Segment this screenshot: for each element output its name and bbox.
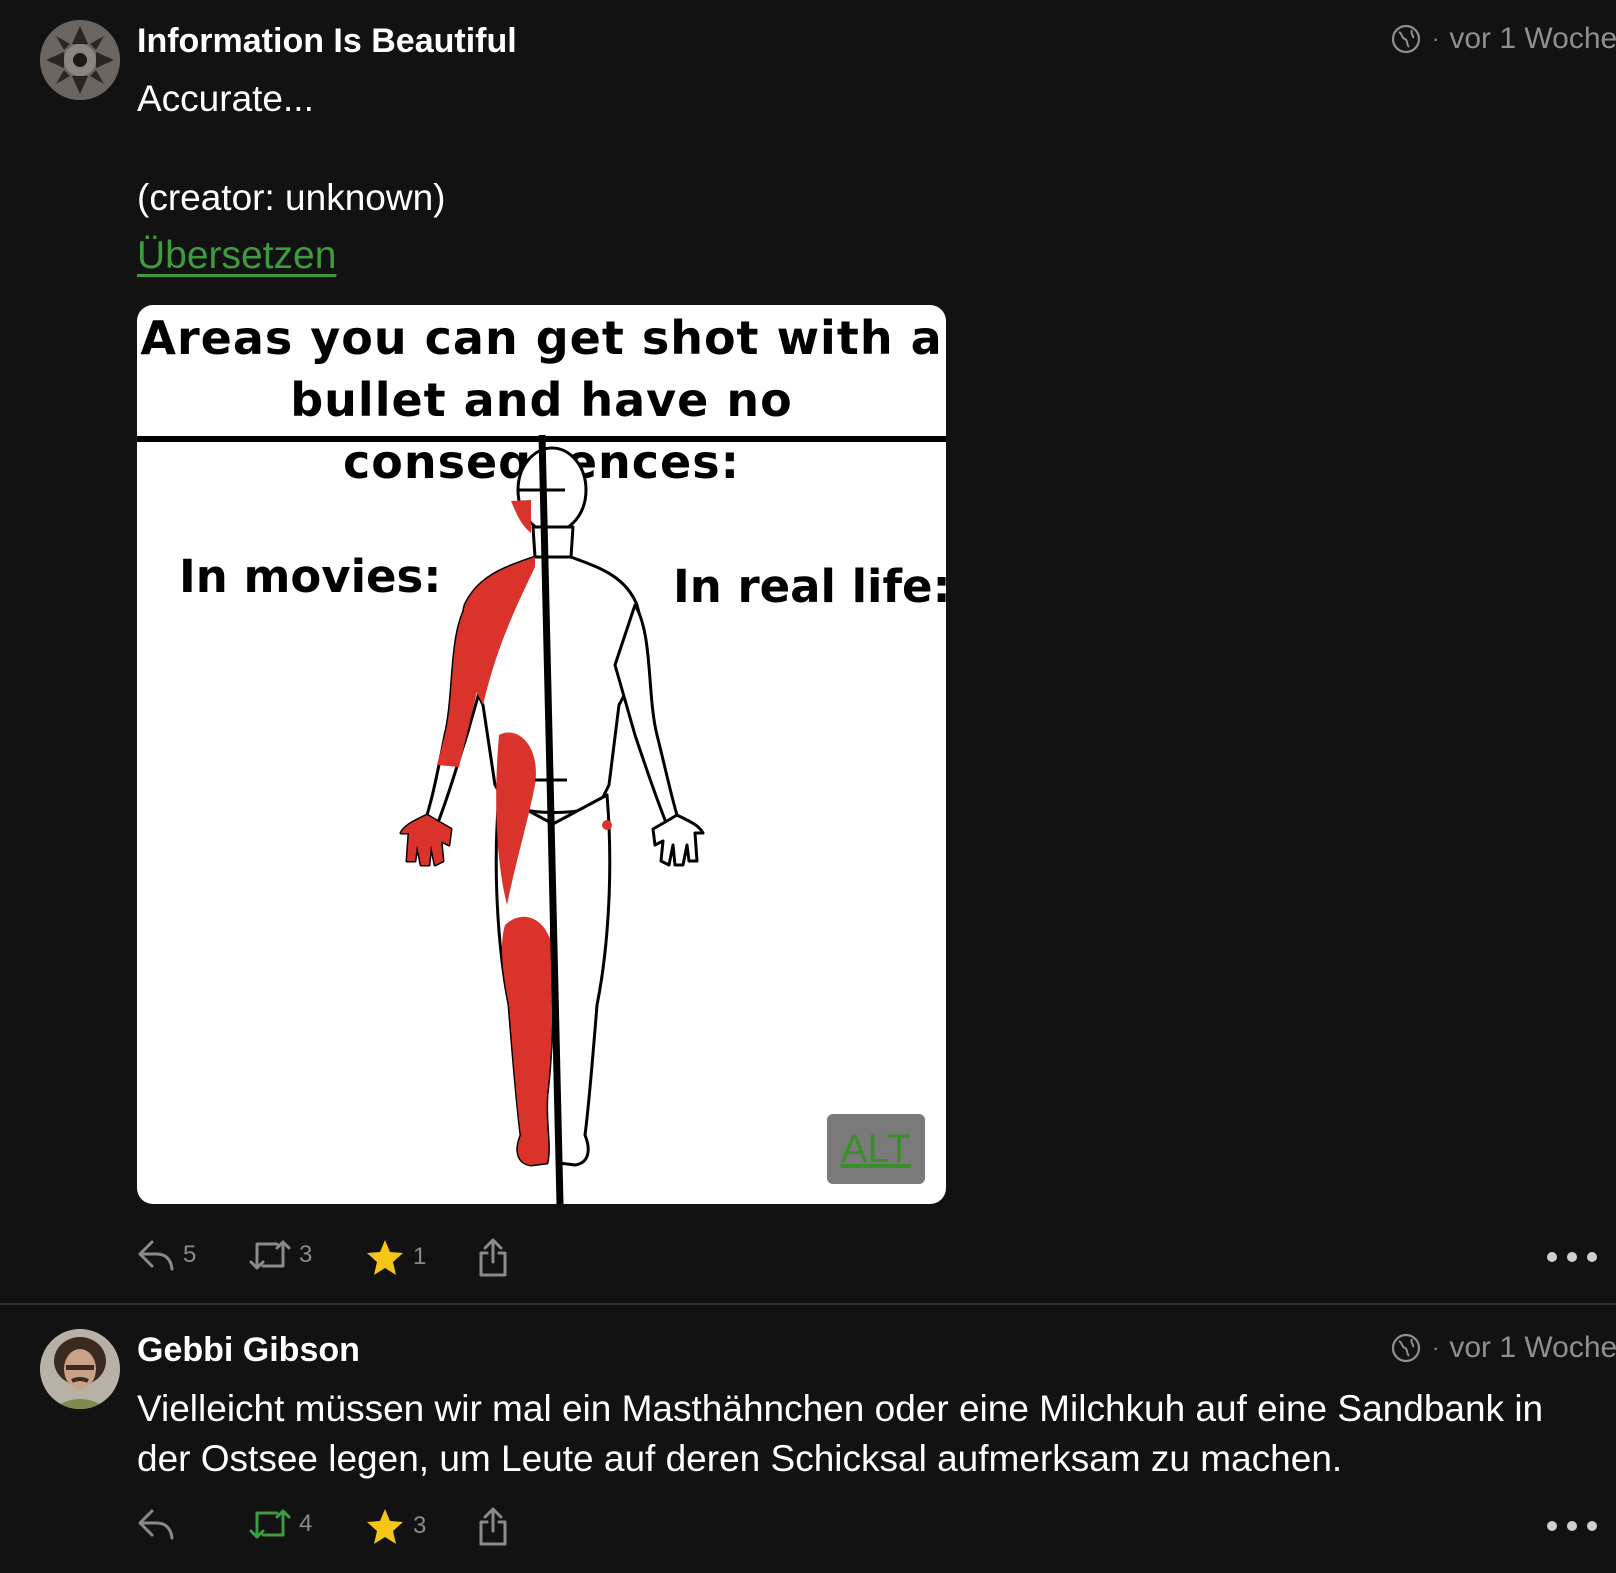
post-text-line: (creator: unknown) [137,177,446,218]
avatar-image [40,1329,120,1409]
globe-icon [1391,1333,1421,1363]
favourite-count: 3 [413,1512,427,1539]
translate-link[interactable]: Übersetzen [137,234,336,278]
alt-text-button[interactable]: ALT [827,1114,925,1184]
share-icon [479,1507,507,1546]
favourite-button[interactable]: 1 [365,1238,426,1276]
author-name[interactable]: Information Is Beautiful [137,22,517,61]
post-gebbi-gibson: Gebbi Gibson · vor 1 Woche Vielleicht mü… [0,1305,1616,1573]
avatar-image [40,20,120,100]
share-button[interactable] [477,1238,509,1278]
meta-separator: · [1432,26,1440,51]
body-diagram [399,434,705,1204]
more-icon [1567,1521,1577,1531]
author-name[interactable]: Gebbi Gibson [137,1331,360,1370]
post-text-line: Accurate... [137,78,314,119]
boost-button[interactable]: 4 [249,1507,312,1541]
boost-icon [249,1240,291,1270]
boost-button[interactable]: 3 [249,1238,312,1272]
more-icon [1547,1521,1557,1531]
boost-count: 3 [299,1241,313,1268]
reply-count: 5 [183,1241,197,1268]
globe-icon [1391,24,1421,54]
more-button[interactable] [1547,1521,1597,1531]
post-information-is-beautiful: Information Is Beautiful · vor 1 Woche A… [0,0,1616,1305]
more-icon [1587,1521,1597,1531]
reply-button[interactable]: 5 [137,1238,196,1272]
share-icon [479,1238,507,1277]
more-icon [1547,1252,1557,1262]
avatar[interactable] [40,1329,120,1409]
more-icon [1587,1252,1597,1262]
reply-button[interactable] [137,1507,183,1541]
post-meta: · vor 1 Woche [1390,22,1616,56]
favourite-button[interactable]: 3 [365,1507,426,1545]
timestamp[interactable]: vor 1 Woche [1449,1331,1616,1365]
avatar[interactable] [40,20,120,100]
star-icon [367,1240,403,1275]
meta-separator: · [1432,1335,1440,1360]
timestamp[interactable]: vor 1 Woche [1449,22,1616,56]
media-attachment[interactable]: Areas you can get shot with a bullet and… [137,305,946,1204]
more-button[interactable] [1547,1252,1597,1262]
post-actions: 4 3 [137,1507,1597,1557]
post-meta: · vor 1 Woche [1390,1331,1616,1365]
post-text-line: Vielleicht müssen wir mal ein Masthähnch… [137,1388,1544,1429]
post-text-line: der Ostsee legen, um Leute auf deren Sch… [137,1438,1343,1479]
favourite-count: 1 [413,1243,427,1270]
star-icon [367,1509,403,1544]
boost-count: 4 [299,1510,313,1537]
reply-icon [138,1240,174,1271]
boost-icon [249,1509,291,1539]
more-icon [1567,1252,1577,1262]
post-actions: 5 3 1 [137,1238,1597,1288]
share-button[interactable] [477,1507,509,1547]
reply-icon [138,1509,174,1540]
